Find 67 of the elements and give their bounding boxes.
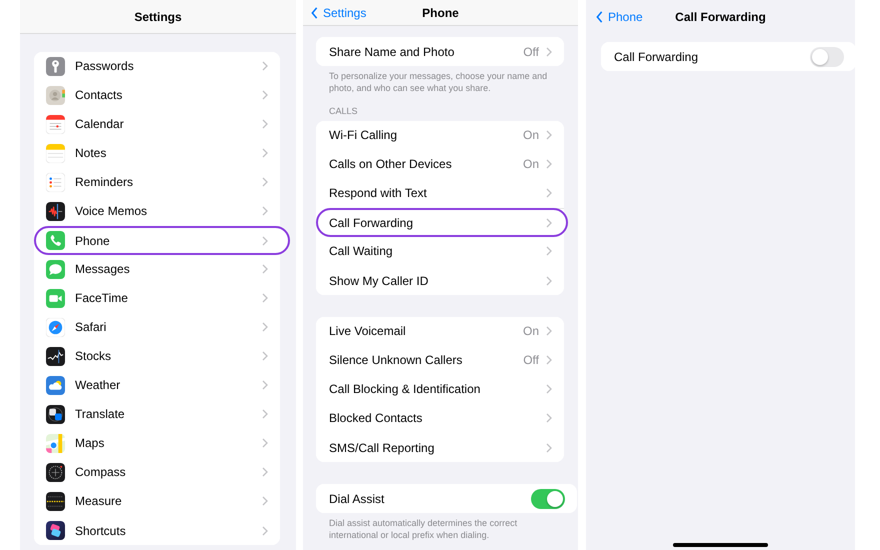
cloud-icon — [46, 376, 65, 395]
chevron-icon — [546, 188, 552, 198]
row-value: Off — [523, 44, 539, 58]
dial-icon — [46, 463, 65, 482]
chevron-icon — [262, 526, 268, 536]
chart-icon — [46, 347, 65, 366]
chevron-icon — [262, 496, 268, 506]
row-label: Dial Assist — [329, 492, 384, 506]
back-button[interactable]: Settings — [311, 6, 366, 20]
row-label: Call Forwarding — [614, 50, 698, 64]
row-value: Off — [523, 353, 539, 368]
chevron-icon — [262, 90, 268, 100]
chevron-icon — [262, 322, 268, 332]
settings-item[interactable]: Call Forwarding — [316, 208, 568, 238]
section-header: CALLS — [328, 105, 359, 118]
settings-item[interactable]: Phone — [34, 226, 290, 255]
chevron-icon — [546, 218, 552, 228]
chevron-icon — [262, 119, 268, 129]
chevron-icon — [546, 246, 552, 256]
chevron-icon — [262, 148, 268, 158]
chevron-icon — [546, 276, 552, 286]
notepad-icon — [46, 144, 65, 163]
chevron-icon — [262, 177, 268, 187]
screen-title: Phone — [422, 6, 459, 20]
toggle-switch[interactable] — [810, 46, 844, 66]
bubbles-icon — [46, 405, 65, 424]
chevron-icon — [262, 293, 268, 303]
chevron-icon — [262, 380, 268, 390]
chevron-icon — [546, 442, 552, 453]
chevron-icon — [546, 384, 552, 394]
chevron-icon — [546, 355, 552, 366]
list-icon — [46, 173, 65, 192]
footer-note: To personalize your messages, choose your name and photo, and who can see what you share. — [328, 70, 548, 94]
row-value: On — [522, 324, 539, 338]
chevron-icon — [262, 236, 268, 246]
key-icon — [46, 57, 65, 76]
chevron-icon — [546, 326, 552, 336]
chevron-icon — [596, 11, 603, 23]
layers-icon — [46, 521, 65, 540]
video-camera-icon — [46, 289, 65, 308]
chevron-icon — [546, 413, 552, 424]
chevron-icon — [262, 409, 268, 419]
calendar-icon — [46, 115, 65, 134]
chevron-icon — [262, 206, 268, 216]
chevron-icon — [546, 46, 552, 56]
toggle-switch[interactable] — [531, 488, 565, 509]
row-value: On — [522, 157, 539, 172]
ruler-icon — [46, 492, 65, 511]
screen-title: Call Forwarding — [675, 10, 766, 24]
speech-bubble-icon — [46, 260, 65, 279]
chevron-icon — [262, 438, 268, 448]
chevron-icon — [262, 351, 268, 361]
chevron-icon — [262, 264, 268, 274]
back-button[interactable]: Phone — [596, 10, 643, 24]
chevron-icon — [311, 6, 318, 18]
chevron-icon — [546, 130, 552, 140]
row-value: On — [522, 128, 539, 142]
map-icon — [46, 434, 65, 453]
screen-title: Settings — [134, 10, 182, 24]
chevron-icon — [262, 61, 268, 71]
chevron-icon — [262, 467, 268, 477]
person-icon — [46, 86, 65, 105]
phone-icon — [46, 231, 65, 250]
chevron-icon — [546, 159, 552, 170]
waveform-icon — [46, 202, 65, 221]
compass-icon — [46, 318, 65, 337]
footer-note: Dial assist automatically determines the correct international or local prefix when dialing. — [328, 517, 518, 542]
